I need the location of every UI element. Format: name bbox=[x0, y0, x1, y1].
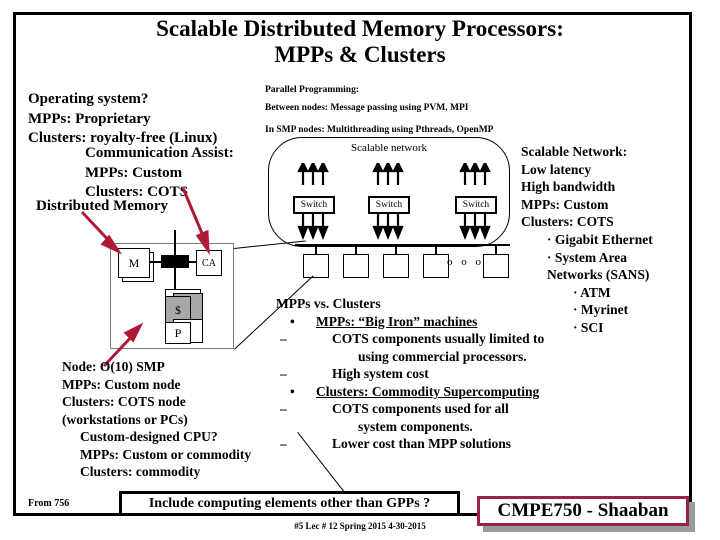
mvc-bullet-1-label: MPPs: “Big Iron” machines bbox=[316, 313, 478, 329]
cpu-text-line-2: MPPs: Custom or commodity bbox=[80, 446, 252, 462]
memory-bus-link bbox=[150, 261, 162, 263]
mvc-bullet-1: • MPPs: “Big Iron” machines bbox=[276, 313, 596, 331]
node-bus-line bbox=[295, 244, 510, 246]
mvc-b1-sub1-text: COTS components usually limited to bbox=[332, 331, 545, 346]
ca-bus-link bbox=[189, 261, 197, 263]
snb-line-5: Clusters: COTS bbox=[521, 214, 614, 230]
dash-glyph: – bbox=[280, 401, 287, 416]
red-arrow-to-comm-assist-icon bbox=[181, 187, 210, 256]
node-square-3 bbox=[383, 254, 409, 278]
mvc-heading: MPPs vs. Clusters bbox=[276, 296, 381, 311]
scalable-network-label: Scalable network bbox=[350, 142, 428, 154]
red-arrow-to-memory-icon bbox=[80, 210, 123, 255]
mvc-b1-sub1-line1: – COTS components usually limited to bbox=[276, 330, 596, 348]
slide-footer: #5 Lec # 12 Spring 2015 4-30-2015 bbox=[294, 521, 426, 531]
node-square-1 bbox=[303, 254, 329, 278]
node-text-line-3: Clusters: COTS node bbox=[62, 394, 186, 409]
from-label: From 756 bbox=[28, 498, 70, 509]
dash-glyph: – bbox=[280, 331, 287, 346]
slide-canvas: Scalable Distributed Memory Processors: … bbox=[0, 0, 720, 540]
processor-box: P bbox=[165, 322, 191, 344]
node-text-line-2: MPPs: Custom node bbox=[62, 376, 181, 392]
course-badge-text: CMPE750 - Shaaban bbox=[497, 500, 669, 521]
switch-box-1: Switch bbox=[293, 196, 335, 214]
title-line-1: Scalable Distributed Memory Processors: bbox=[156, 16, 564, 41]
snb-line-3: High bandwidth bbox=[521, 179, 616, 195]
cpu-text-block: Custom-designed CPU? MPPs: Custom or com… bbox=[80, 428, 251, 481]
cpu-text-line-3: Clusters: commodity bbox=[80, 464, 201, 479]
node-text-block: Node: O(10) SMP MPPs: Custom node Cluste… bbox=[62, 358, 188, 428]
mvc-b1-sub1-line2: using commercial processors. bbox=[358, 348, 527, 364]
snb-line-6: · Gigabit Ethernet bbox=[547, 231, 653, 247]
snb-line-7: · System Area bbox=[547, 249, 627, 265]
snb-line-4: MPPs: Custom bbox=[521, 196, 609, 212]
parallel-programming-block: Parallel Programming: Between nodes: Mes… bbox=[265, 82, 555, 140]
title-line-2: MPPs & Clusters bbox=[274, 42, 446, 67]
node-text-line-4: (workstations or PCs) bbox=[62, 411, 188, 427]
page-title: Scalable Distributed Memory Processors: … bbox=[60, 16, 660, 68]
node-square-2 bbox=[343, 254, 369, 278]
mvc-b2-sub2-text: Lower cost than MPP solutions bbox=[332, 436, 512, 451]
mvc-b2-sub1-text: COTS components used for all bbox=[332, 401, 509, 416]
network-bus-link bbox=[174, 230, 176, 256]
snb-line-8: Networks (SANS) bbox=[547, 267, 650, 283]
mvc-bullet-2: • Clusters: Commodity Supercomputing bbox=[276, 383, 596, 401]
bullet-glyph: • bbox=[290, 313, 295, 329]
mvc-b1-sub2: – High system cost bbox=[276, 365, 596, 383]
cpu-text-line-1: Custom-designed CPU? bbox=[80, 429, 218, 444]
mvc-b2-sub1-line1: – COTS components used for all bbox=[276, 400, 596, 418]
snb-line-2: Low latency bbox=[521, 161, 592, 177]
switch-box-3: Switch bbox=[455, 196, 497, 214]
parallel-programming-between-nodes: Between nodes: Message passing using PVM… bbox=[265, 102, 469, 113]
mvc-b2-sub2: – Lower cost than MPP solutions bbox=[276, 435, 596, 453]
bottom-question-text: Include computing elements other than GP… bbox=[148, 496, 431, 511]
node-square-5 bbox=[483, 254, 509, 278]
node-ellipsis: o o o bbox=[447, 256, 484, 268]
parallel-programming-heading: Parallel Programming: bbox=[265, 85, 360, 95]
os-line-1: Operating system? bbox=[28, 91, 149, 107]
mvc-bullet-2-label: Clusters: Commodity Supercomputing bbox=[316, 383, 540, 399]
mvc-b2-sub1-line2: system components. bbox=[358, 418, 473, 434]
os-line-2: MPPs: Proprietary bbox=[28, 110, 151, 127]
switch-box-2: Switch bbox=[368, 196, 410, 214]
bottom-question-box: Include computing elements other than GP… bbox=[119, 491, 460, 516]
node-text-line-1: Node: O(10) SMP bbox=[62, 359, 165, 374]
bullet-glyph: • bbox=[290, 383, 295, 399]
mvc-b1-sub2-text: High system cost bbox=[332, 366, 429, 381]
bus-block bbox=[161, 255, 189, 268]
dash-glyph: – bbox=[280, 366, 287, 381]
operating-system-text-block: Operating system? MPPs: Proprietary Clus… bbox=[28, 90, 278, 149]
dash-glyph: – bbox=[280, 436, 287, 451]
node-square-4 bbox=[423, 254, 449, 278]
mpps-vs-clusters-block: MPPs vs. Clusters • MPPs: “Big Iron” mach… bbox=[276, 295, 596, 453]
snb-line-1: Scalable Network: bbox=[521, 144, 628, 159]
